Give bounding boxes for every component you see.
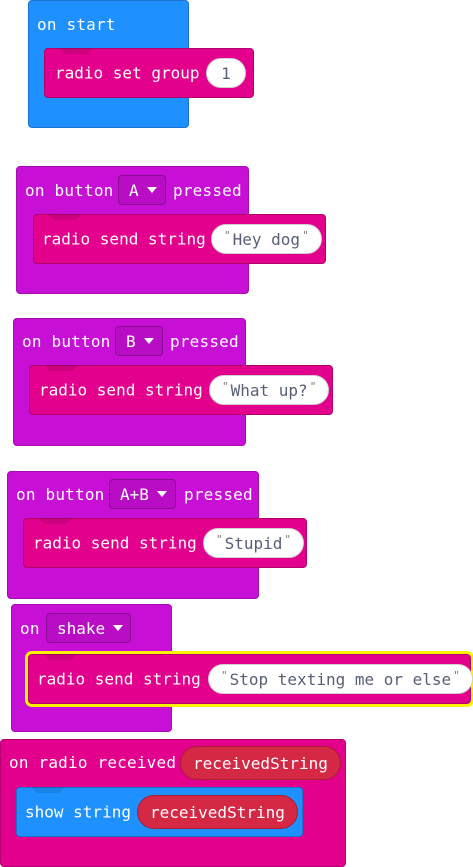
- string-value: What up?: [230, 380, 308, 400]
- gesture-value: shake: [57, 618, 106, 638]
- received-string-variable[interactable]: receivedString: [180, 746, 341, 780]
- button-ab-dropdown[interactable]: A+B: [109, 479, 176, 509]
- gesture-dropdown[interactable]: shake: [46, 613, 131, 643]
- string-value: Hey dog: [232, 229, 301, 249]
- radio-send-string-block[interactable]: radio send string " Stupid ": [23, 518, 307, 568]
- on-start-label: on start: [37, 15, 116, 34]
- radio-send-string-label: radio send string: [39, 380, 203, 400]
- chevron-down-icon: [156, 491, 167, 497]
- on-button-b-prefix: on button: [22, 332, 111, 351]
- radio-send-string-block[interactable]: radio send string " Stop texting me or e…: [25, 651, 473, 707]
- show-string-label: show string: [25, 802, 131, 822]
- radio-send-string-block[interactable]: radio send string " Hey dog ": [33, 214, 326, 264]
- on-button-ab-prefix: on button: [16, 485, 105, 504]
- button-ab-value: A+B: [120, 484, 149, 504]
- on-button-a-block[interactable]: on button A pressed radio send string " …: [16, 166, 326, 294]
- on-shake-prefix: on: [20, 619, 40, 638]
- chevron-down-icon: [113, 625, 124, 631]
- button-b-dropdown[interactable]: B: [115, 326, 163, 356]
- string-input[interactable]: " Stupid ": [203, 528, 305, 558]
- block-notch: [38, 518, 72, 524]
- quote-open: ": [216, 533, 223, 546]
- radio-set-group-label: radio set group: [55, 63, 200, 83]
- string-value: Stop texting me or else: [229, 669, 452, 689]
- string-input[interactable]: " What up? ": [209, 375, 330, 405]
- radio-send-string-label: radio send string: [33, 533, 197, 553]
- quote-close: ": [309, 380, 317, 393]
- group-number-value: 1: [221, 63, 231, 83]
- block-notch: [43, 654, 77, 660]
- on-shake-block[interactable]: on shake radio send string " Stop textin…: [11, 604, 473, 732]
- block-notch: [31, 787, 65, 793]
- quote-close: ": [453, 669, 460, 682]
- on-radio-received-block[interactable]: on radio received receivedString show st…: [0, 739, 346, 867]
- on-radio-received-label: on radio received: [9, 753, 177, 772]
- radio-send-string-block[interactable]: radio send string " What up? ": [29, 365, 333, 415]
- on-button-a-prefix: on button: [25, 181, 114, 200]
- chevron-down-icon: [146, 187, 157, 193]
- show-string-block[interactable]: show string receivedString: [16, 787, 303, 837]
- quote-close: ": [302, 229, 309, 242]
- quote-open: ": [222, 380, 229, 393]
- block-notch: [59, 48, 93, 54]
- button-a-value: A: [129, 180, 139, 200]
- on-button-ab-block[interactable]: on button A+B pressed radio send string …: [7, 471, 307, 599]
- on-button-b-suffix: pressed: [170, 332, 239, 351]
- received-string-value: receivedString: [193, 753, 328, 773]
- string-value: Stupid: [224, 533, 283, 553]
- quote-open: ": [221, 669, 228, 682]
- block-notch: [48, 214, 82, 220]
- chevron-down-icon: [143, 338, 154, 344]
- received-string-reporter-value: receivedString: [150, 802, 285, 822]
- on-start-block[interactable]: on start radio set group 1: [28, 0, 254, 128]
- on-button-b-block[interactable]: on button B pressed radio send string " …: [13, 318, 333, 446]
- group-number-input[interactable]: 1: [206, 58, 246, 88]
- button-a-dropdown[interactable]: A: [118, 175, 166, 205]
- on-button-ab-suffix: pressed: [184, 485, 253, 504]
- quote-close: ": [284, 533, 292, 546]
- received-string-reporter[interactable]: receivedString: [137, 795, 298, 829]
- string-input[interactable]: " Hey dog ": [211, 224, 322, 254]
- radio-send-string-label: radio send string: [42, 229, 206, 249]
- radio-set-group-block[interactable]: radio set group 1: [44, 48, 254, 98]
- on-button-a-suffix: pressed: [173, 181, 242, 200]
- quote-open: ": [224, 229, 231, 242]
- block-notch: [44, 365, 78, 371]
- radio-send-string-label: radio send string: [37, 669, 201, 689]
- button-b-value: B: [126, 331, 136, 351]
- string-input[interactable]: " Stop texting me or else ": [208, 664, 473, 694]
